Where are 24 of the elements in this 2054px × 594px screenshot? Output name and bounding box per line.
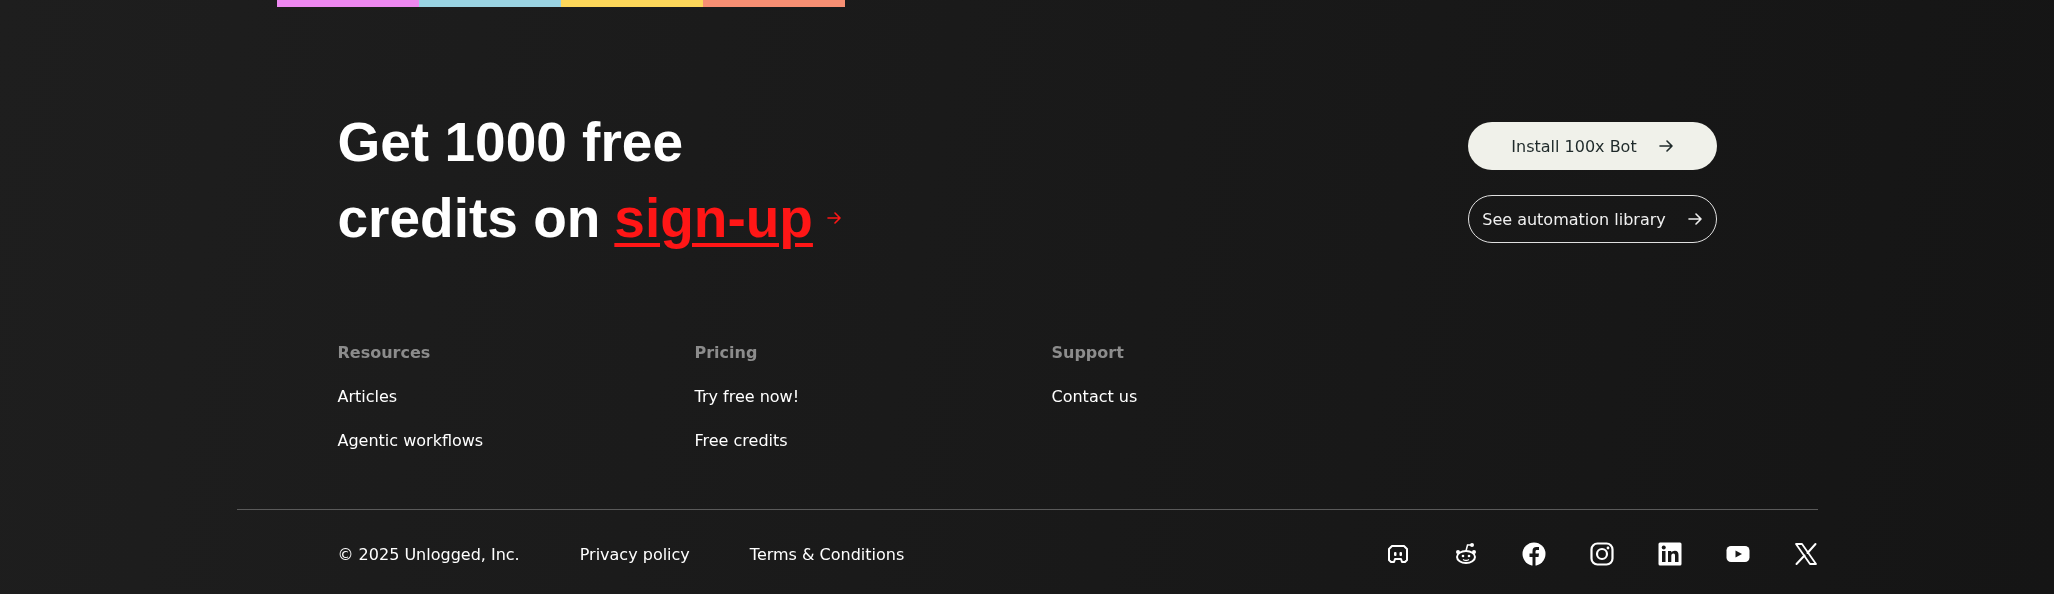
arrow-icon [1658, 140, 1673, 152]
instagram-icon[interactable] [1589, 542, 1614, 566]
footer-link[interactable]: Try free now! [694, 387, 800, 409]
x-logo-icon[interactable] [1793, 542, 1818, 566]
game-controller-icon[interactable] [1385, 542, 1410, 566]
facebook-icon[interactable] [1521, 542, 1546, 566]
copyright-text: © 2025 Unlogged, Inc. [337, 544, 520, 564]
heading-text: Get 1000 free [337, 110, 683, 175]
column-heading: Resources [337, 343, 431, 364]
column-heading: Pricing [694, 343, 758, 364]
cta-button[interactable]: Install 100x Bot [1467, 122, 1717, 170]
arrow-icon [826, 212, 841, 224]
column-heading: Support [1051, 343, 1124, 364]
footer-link[interactable]: Privacy policy [579, 544, 690, 564]
footer-link[interactable]: Terms & Conditions [749, 544, 905, 564]
heading-text: credits on [337, 186, 601, 251]
alien-face-icon[interactable] [1453, 542, 1478, 566]
footer-link[interactable]: Agentic workflows [337, 431, 484, 453]
footer-link[interactable]: Free credits [694, 431, 788, 453]
arrow-icon [1687, 213, 1702, 225]
sign-up-link[interactable]: sign-up [614, 180, 813, 256]
footer-link[interactable]: Contact us [1051, 387, 1138, 409]
footer-link[interactable]: Articles [337, 387, 398, 409]
linkedin-icon[interactable] [1657, 542, 1682, 566]
